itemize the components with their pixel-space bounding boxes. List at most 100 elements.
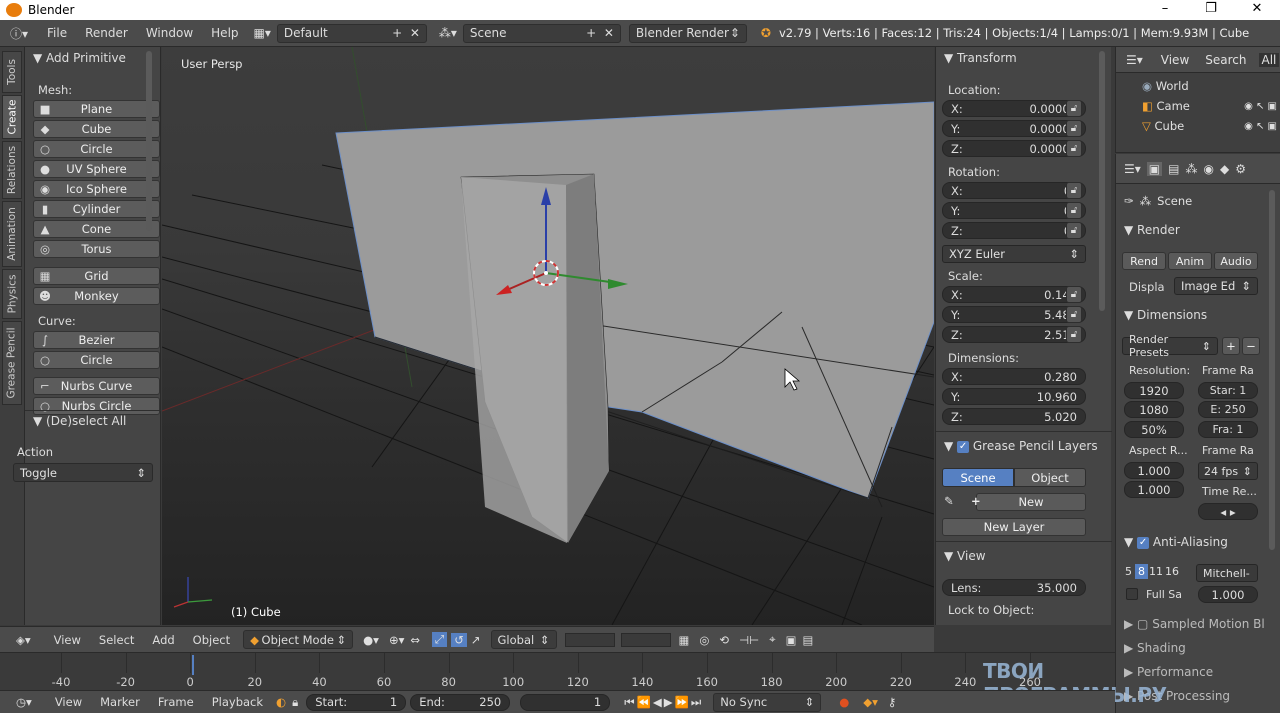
orientation-dropdown[interactable]: Global ⇕ — [490, 630, 557, 649]
rotation-lock-icon[interactable]: 🔓︎ — [1066, 182, 1082, 199]
proportional-edit-icon[interactable]: ◎ — [699, 633, 709, 647]
frame-end-field[interactable]: E: 250 — [1198, 401, 1258, 418]
aa-filter-dropdown[interactable]: Mitchell- — [1196, 564, 1258, 582]
render-context-icon[interactable]: ▣ — [1146, 161, 1163, 176]
anti-aliasing-panel-header[interactable]: ▼ ✓ Anti-Aliasing — [1124, 535, 1228, 549]
scale-lock-icon[interactable]: 🔓︎ — [1066, 286, 1082, 303]
aspect-y-field[interactable]: 1.000 — [1124, 481, 1184, 498]
lens-field[interactable]: Lens: 35.000 — [942, 579, 1086, 596]
view3d-menu-select[interactable]: Select — [90, 633, 143, 647]
outliner-view-menu[interactable]: View — [1161, 53, 1189, 67]
resolution-y-field[interactable]: 1080 — [1124, 401, 1184, 418]
dimensions-panel-header[interactable]: ▼ Dimensions — [1124, 308, 1207, 322]
visibility-eye-icon[interactable]: ◉ ↖ ▣ — [1244, 101, 1277, 112]
location-z-field[interactable]: Z: 0.00000 — [942, 140, 1086, 157]
frame-start-field[interactable]: Star: 1 — [1198, 382, 1258, 399]
layout-icon[interactable]: ▦▾ — [254, 26, 271, 40]
view3d-editor-type-icon[interactable]: ◈▾ — [16, 633, 31, 647]
outliner-item-cube[interactable]: ▽ Cube ◉ ↖ ▣ — [1142, 119, 1277, 133]
npanel-scrollbar[interactable] — [1099, 51, 1105, 311]
render-image-button[interactable]: Rend — [1122, 252, 1166, 270]
timeline-menu-frame[interactable]: Frame — [149, 695, 203, 709]
outliner-editor-icon[interactable]: ☰▾ — [1126, 53, 1143, 67]
scene-context-icon[interactable]: ⁂ — [1185, 162, 1197, 176]
playback-controls-icon[interactable]: ⏮⏪◀▶⏩⏭ — [624, 695, 703, 710]
properties-editor-icon[interactable]: ☰▾ — [1124, 162, 1141, 176]
action-dropdown[interactable]: Toggle ⇕ — [13, 463, 153, 482]
scale-y-field[interactable]: Y: 5.480 — [942, 306, 1086, 323]
properties-scrollbar[interactable] — [1269, 190, 1275, 550]
location-x-field[interactable]: X: 0.00000 — [942, 100, 1086, 117]
outliner-search-menu[interactable]: Search — [1205, 53, 1246, 67]
grease-pencil-checkbox[interactable]: ✓ — [957, 440, 970, 453]
scene-selector[interactable]: Scene + ✕ — [462, 23, 621, 43]
world-context-icon[interactable]: ◉ — [1203, 162, 1213, 176]
grease-pencil-panel-header[interactable]: ▼ ✓ Grease Pencil Layers — [944, 439, 1098, 453]
end-frame-field[interactable]: End: 250 — [410, 693, 511, 711]
rotation-x-field[interactable]: X:0° — [942, 182, 1086, 199]
scale-lock-icon[interactable]: 🔓︎ — [1066, 326, 1082, 343]
shading-panel-header[interactable]: ▶ Shading — [1124, 641, 1186, 655]
aa-samples-5[interactable]: 5 — [1122, 564, 1135, 579]
remove-preset-button[interactable]: − — [1242, 337, 1260, 355]
viewport-shading-icon[interactable]: ●▾ — [363, 633, 379, 647]
rotate-manipulator-icon[interactable]: ↺ — [451, 632, 467, 647]
close-button[interactable]: ✕ — [1234, 0, 1280, 20]
layer-buttons-1[interactable] — [564, 632, 615, 647]
translate-manipulator-icon[interactable]: ⤢ — [432, 632, 448, 647]
outliner-filter-dropdown[interactable]: All — [1258, 52, 1280, 67]
viewport-scene[interactable] — [162, 47, 934, 625]
render-engine-dropdown[interactable]: Blender Render ⇕ — [628, 23, 747, 43]
auto-keying-icon[interactable]: ● — [839, 695, 849, 709]
mode-dropdown[interactable]: ◆ Object Mode ⇕ — [243, 630, 354, 649]
snap-icon[interactable]: ⟲ — [719, 633, 729, 647]
resolution-x-field[interactable]: 1920 — [1124, 382, 1184, 399]
outliner-item-world[interactable]: ◉ World — [1142, 79, 1189, 93]
mesh-cube-button[interactable]: ◆ Cube — [33, 120, 160, 138]
outliner-item-camera[interactable]: ◧ Came ◉ ↖ ▣ — [1142, 99, 1277, 113]
layer-buttons-2[interactable] — [620, 632, 671, 647]
tab-animation[interactable]: Animation — [2, 201, 22, 267]
timeline-ruler[interactable]: -40 -20 0 20 40 60 80 100 120 140 160 180 200 220 240 2… — [0, 653, 1115, 691]
location-lock-icon[interactable]: 🔓︎ — [1066, 140, 1082, 157]
dimensions-y-field[interactable]: Y: 10.960 — [942, 388, 1086, 405]
current-frame-indicator[interactable] — [192, 655, 194, 675]
pivot-point-icon[interactable]: ⊕▾ — [389, 633, 404, 647]
object-context-icon[interactable]: ◆ — [1220, 162, 1229, 176]
location-lock-icon[interactable]: 🔓︎ — [1066, 100, 1082, 117]
deselect-panel-header[interactable]: ▼ (De)select All — [33, 414, 126, 428]
scene-add-icon[interactable]: + ✕ — [586, 26, 614, 40]
keying-set-icon[interactable]: ◐ — [276, 695, 286, 709]
add-primitive-panel-header[interactable]: ▼ Add Primitive — [33, 51, 126, 65]
insert-keyframe-icon[interactable]: ⚷ — [888, 695, 896, 709]
maximize-button[interactable]: ❐ — [1188, 0, 1234, 20]
gp-new-layer-button[interactable]: New Layer — [942, 518, 1086, 536]
view-panel-header[interactable]: ▼ View — [944, 549, 986, 563]
rotation-lock-icon[interactable]: 🔓︎ — [1066, 222, 1082, 239]
mesh-cylinder-button[interactable]: ▮ Cylinder — [33, 200, 160, 218]
opengl-render-icon[interactable]: ▤ — [802, 633, 813, 647]
render-animation-button[interactable]: Anim — [1168, 252, 1212, 270]
aa-samples-11[interactable]: 11 — [1148, 564, 1164, 579]
scale-x-field[interactable]: X: 0.140 — [942, 286, 1086, 303]
constraints-context-icon[interactable]: ⚙ — [1235, 162, 1246, 176]
resolution-percent-field[interactable]: 50% — [1124, 421, 1184, 438]
display-dropdown[interactable]: Image Ed ⇕ — [1174, 277, 1258, 295]
snap-target-icon[interactable]: ⌖ — [769, 632, 775, 647]
render-layers-icon[interactable]: ▤ — [1168, 162, 1179, 176]
location-y-field[interactable]: Y: 0.00000 — [942, 120, 1086, 137]
full-sample-checkbox[interactable] — [1126, 588, 1138, 600]
mesh-torus-button[interactable]: ◎ Torus — [33, 240, 160, 258]
mesh-ico-sphere-button[interactable]: ◉ Ico Sphere — [33, 180, 160, 198]
scale-manipulator-icon[interactable]: ↗ — [471, 633, 481, 647]
gp-pencil-icon[interactable]: ✎ — [944, 494, 954, 508]
curve-bezier-button[interactable]: ∫ Bezier — [33, 331, 160, 349]
gp-scene-tab[interactable]: Scene — [942, 468, 1014, 487]
render-preview-icon[interactable]: ▣ — [786, 633, 797, 647]
plane-mesh[interactable] — [335, 101, 934, 499]
transform-panel-header[interactable]: ▼ Transform — [944, 51, 1017, 65]
scale-lock-icon[interactable]: 🔓︎ — [1066, 306, 1082, 323]
menu-help[interactable]: Help — [202, 26, 247, 40]
gp-new-button[interactable]: + New — [971, 493, 1086, 511]
mesh-cone-button[interactable]: ▲ Cone — [33, 220, 160, 238]
